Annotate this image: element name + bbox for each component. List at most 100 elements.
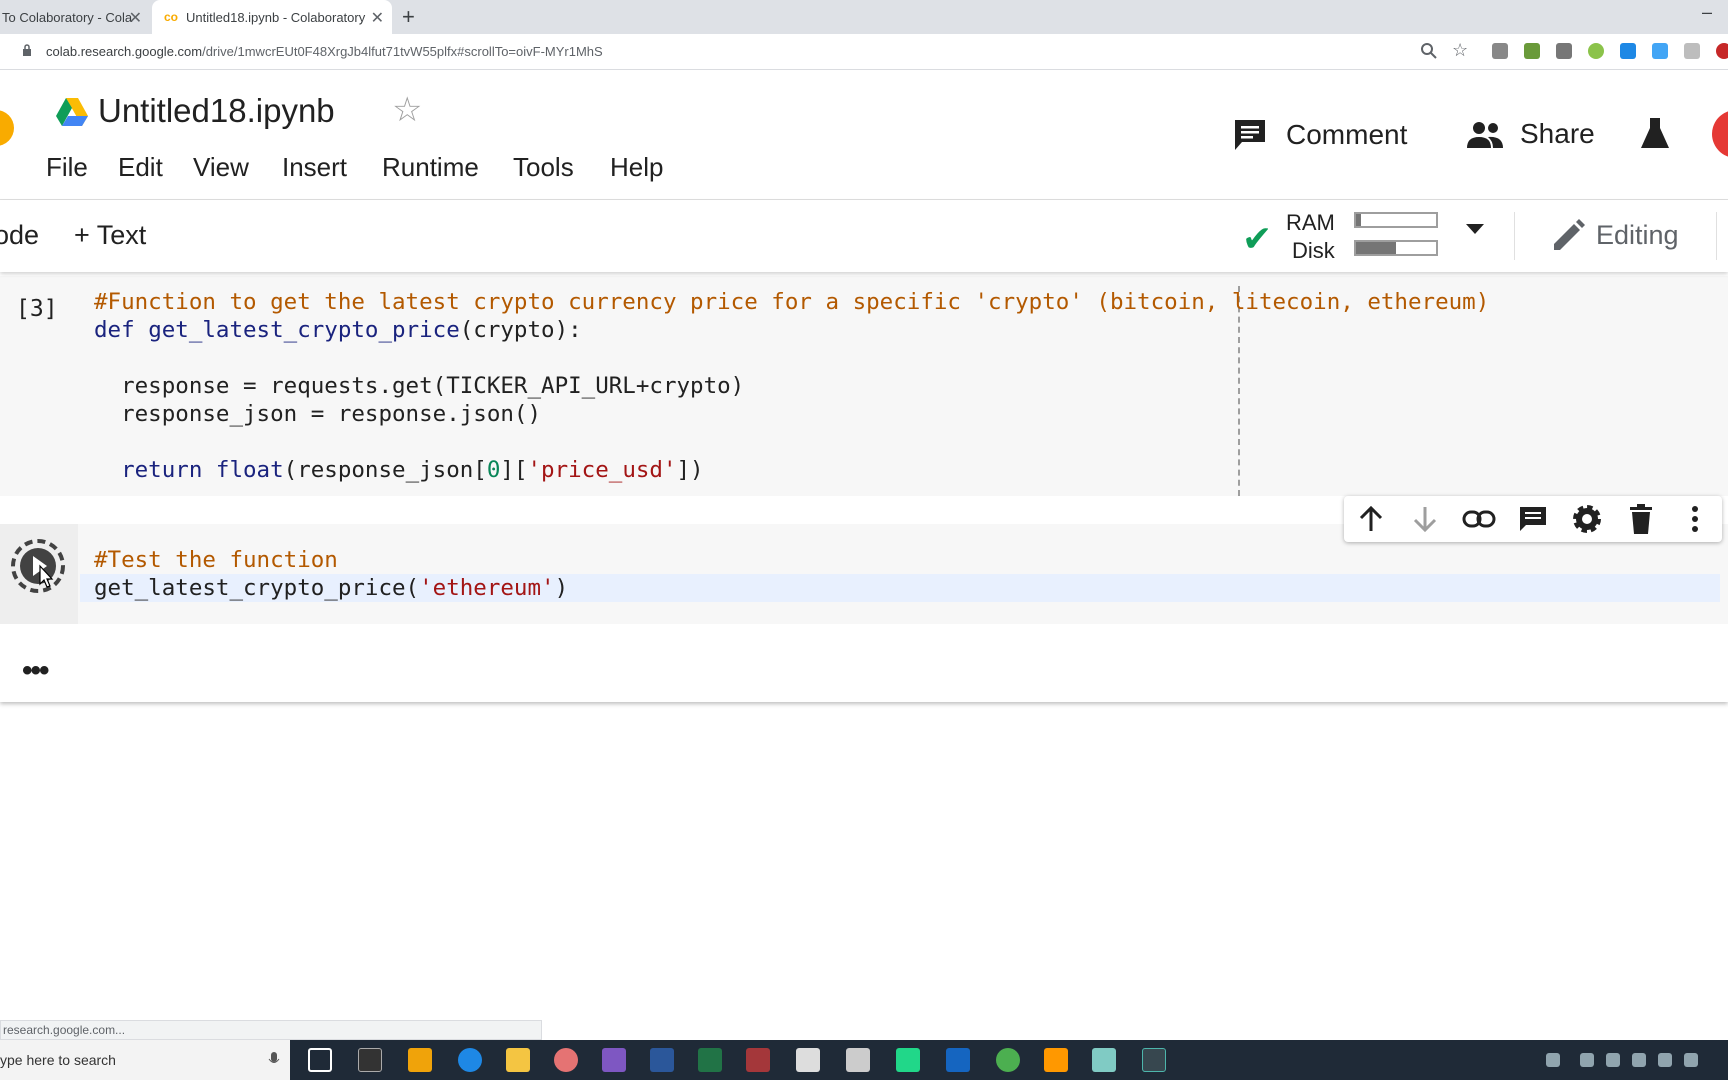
profile-icon[interactable] (1716, 43, 1728, 59)
new-tab-button[interactable]: + (402, 4, 415, 30)
disk-label[interactable]: Disk (1292, 238, 1335, 264)
flask-icon[interactable] (1640, 116, 1670, 150)
extension-icon[interactable] (1588, 43, 1604, 59)
address-bar[interactable]: colab.research.google.com/drive/1mwcrEUt… (0, 34, 1728, 70)
menu-help[interactable]: Help (610, 152, 663, 183)
editing-mode-label[interactable]: Editing (1596, 220, 1679, 251)
avatar[interactable] (1712, 110, 1728, 158)
comment-icon[interactable] (1513, 499, 1553, 539)
bookmark-star-icon[interactable]: ☆ (1452, 40, 1468, 61)
extension-icon[interactable] (1684, 43, 1700, 59)
pencil-icon[interactable] (1552, 218, 1586, 252)
access-icon[interactable] (746, 1048, 770, 1072)
pycharm-icon[interactable] (896, 1048, 920, 1072)
code-text: (response_json[ (283, 457, 487, 483)
tab-title: To Colaboratory - Cola (2, 9, 133, 25)
code-text: ][ (500, 457, 528, 483)
run-cell-button[interactable] (10, 538, 66, 594)
code-string: 'ethereum' (419, 575, 555, 601)
share-button[interactable]: Share (1466, 118, 1595, 150)
code-number: 0 (486, 457, 501, 483)
chevron-down-icon[interactable] (1466, 224, 1484, 234)
network-icon[interactable] (1606, 1053, 1620, 1067)
dev-app-icon[interactable] (946, 1048, 970, 1072)
app-icon[interactable] (1142, 1048, 1166, 1072)
code-editor[interactable]: #Test the function get_latest_crypto_pric… (94, 546, 568, 602)
comment-icon (1235, 120, 1265, 150)
extension-icon[interactable] (1556, 43, 1572, 59)
output-pending-indicator[interactable]: ••• (22, 654, 49, 688)
menu-edit[interactable]: Edit (118, 152, 163, 183)
close-icon[interactable]: ✕ (371, 8, 384, 28)
menu-tools[interactable]: Tools (513, 152, 574, 183)
excel-icon[interactable] (698, 1048, 722, 1072)
notebook-toolbar: ode + Text ✔ RAM Disk Editing (0, 200, 1728, 272)
lock-icon (23, 44, 31, 56)
mail-icon[interactable] (796, 1048, 820, 1072)
minimize-button[interactable]: – (1702, 2, 1712, 23)
star-icon[interactable]: ☆ (392, 90, 422, 130)
link-icon[interactable] (1459, 499, 1499, 539)
browser-tab-active[interactable]: co Untitled18.ipynb - Colaboratory ✕ (152, 0, 392, 34)
gear-icon[interactable] (1567, 499, 1607, 539)
people-icon (1467, 122, 1503, 148)
word-icon[interactable] (650, 1048, 674, 1072)
add-text-button[interactable]: + Text (74, 220, 146, 251)
browser-tab[interactable]: To Colaboratory - Cola ✕ (0, 0, 150, 34)
extension-icon[interactable] (1620, 43, 1636, 59)
toolbar-divider (1716, 212, 1717, 260)
code-comment: #Function to get the latest crypto curre… (94, 289, 1490, 315)
code-text: ) (554, 575, 569, 601)
comment-button[interactable]: Comment (1232, 118, 1407, 152)
zoom-icon[interactable] (1420, 42, 1438, 60)
extension-icon[interactable] (1652, 43, 1668, 59)
sublime-icon[interactable] (1044, 1048, 1068, 1072)
cell-toolbar (1344, 496, 1722, 542)
windows-taskbar: ype here to search (0, 1040, 1728, 1080)
url-text[interactable]: colab.research.google.com/drive/1mwcrEUt… (46, 44, 603, 59)
chrome-icon[interactable] (996, 1048, 1020, 1072)
menu-insert[interactable]: Insert (282, 152, 347, 183)
code-line: response_json = response.json() (94, 401, 542, 427)
arrow-down-icon[interactable] (1405, 499, 1445, 539)
taskbar-search-input[interactable]: ype here to search (0, 1040, 290, 1080)
colab-logo-icon[interactable] (0, 110, 14, 146)
store-icon[interactable] (408, 1048, 432, 1072)
notebook-title[interactable]: Untitled18.ipynb (98, 92, 335, 130)
arrow-up-icon[interactable] (1351, 499, 1391, 539)
terminal-icon[interactable] (358, 1048, 382, 1072)
code-keyword: return (94, 457, 203, 483)
ram-label[interactable]: RAM (1286, 210, 1335, 236)
calculator-icon[interactable] (846, 1048, 870, 1072)
system-tray-icon[interactable] (1546, 1053, 1560, 1067)
menu-view[interactable]: View (193, 152, 249, 183)
ram-usage-bar[interactable] (1354, 212, 1438, 228)
code-cell[interactable]: [3] #Function to get the latest crypto c… (0, 276, 1728, 496)
add-code-button[interactable]: ode (0, 220, 39, 251)
microphone-icon[interactable] (268, 1052, 280, 1068)
pen-icon[interactable] (1684, 1053, 1698, 1067)
volume-icon[interactable] (1658, 1053, 1672, 1067)
code-text: get_latest_crypto_price( (94, 575, 420, 601)
close-icon[interactable]: ✕ (129, 8, 142, 28)
menu-runtime[interactable]: Runtime (382, 152, 479, 183)
onedrive-icon[interactable] (1632, 1053, 1646, 1067)
file-explorer-icon[interactable] (506, 1048, 530, 1072)
notebook-area: [3] #Function to get the latest crypto c… (0, 272, 1728, 702)
disk-usage-bar[interactable] (1354, 240, 1438, 256)
system-tray-icon[interactable] (1580, 1053, 1594, 1067)
code-string: 'price_usd' (527, 457, 677, 483)
edge-icon[interactable] (458, 1048, 482, 1072)
trash-icon[interactable] (1621, 499, 1661, 539)
app-icon[interactable] (554, 1048, 578, 1072)
notes-app-icon[interactable] (1092, 1048, 1116, 1072)
extension-icon[interactable] (1492, 43, 1508, 59)
menu-file[interactable]: File (46, 152, 88, 183)
code-text: ]) (676, 457, 704, 483)
extension-icon[interactable] (1524, 43, 1540, 59)
more-vert-icon[interactable] (1675, 499, 1715, 539)
visual-studio-icon[interactable] (602, 1048, 626, 1072)
task-view-icon[interactable] (308, 1048, 332, 1072)
code-editor[interactable]: #Function to get the latest crypto curre… (94, 288, 1489, 484)
google-drive-icon[interactable] (56, 98, 88, 126)
